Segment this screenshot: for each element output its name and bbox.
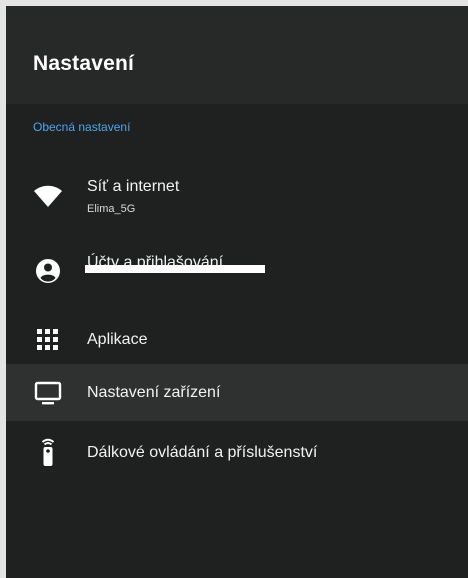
header: Nastavení [6,6,468,104]
menu-item-accounts[interactable]: Účty a přihlašování [6,238,468,304]
redacted-account-email [85,265,265,273]
tv-icon [32,377,64,409]
menu-item-label: Nastavení zařízení [87,384,221,401]
menu-item-label: Aplikace [87,331,148,348]
menu-item-label: Síť a internet [87,178,180,195]
apps-grid-icon [32,323,64,355]
menu-item-device-settings[interactable]: Nastavení zařízení [6,364,468,421]
account-icon [32,255,64,287]
settings-panel: Nastavení Obecná nastavení Síť a interne… [6,6,468,578]
menu-item-apps[interactable]: Aplikace [6,312,468,366]
section-label-general: Obecná nastavení [33,120,131,134]
menu-item-label: Dálkové ovládání a příslušenství [87,444,318,461]
remote-icon [32,436,64,468]
page-title: Nastavení [33,52,135,75]
menu-item-network[interactable]: Síť a internet Elima_5G [6,162,468,228]
wifi-icon [32,180,64,212]
menu-item-remote-accessories[interactable]: Dálkové ovládání a příslušenství [6,422,468,482]
menu-item-subtitle: Elima_5G [87,203,136,215]
